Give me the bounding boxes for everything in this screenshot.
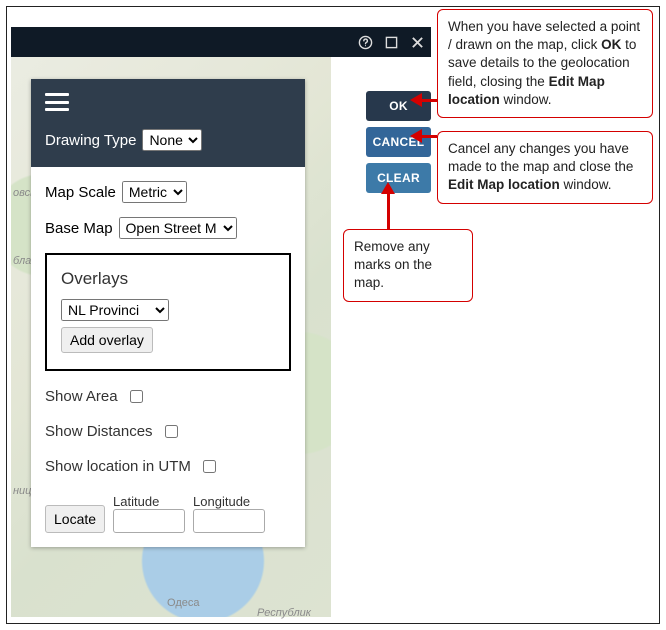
show-distances-checkbox[interactable] bbox=[165, 425, 178, 438]
latitude-label: Latitude bbox=[113, 494, 185, 509]
clear-button[interactable]: CLEAR bbox=[366, 163, 431, 193]
base-map-select[interactable]: Open Street M bbox=[119, 217, 237, 239]
locate-button[interactable]: Locate bbox=[45, 505, 105, 533]
panel-header: Drawing Type None bbox=[31, 79, 305, 167]
hamburger-menu-icon[interactable] bbox=[45, 93, 69, 111]
action-button-column: OK CANCEL CLEAR bbox=[331, 57, 431, 193]
longitude-input[interactable] bbox=[193, 509, 265, 533]
map-scale-select[interactable]: Metric bbox=[122, 181, 187, 203]
base-map-label: Base Map bbox=[45, 220, 113, 237]
arrow-to-ok bbox=[415, 99, 437, 102]
callout-clear: Remove any marks on the map. bbox=[343, 229, 473, 302]
overlays-group: Overlays NL Provinci Add overlay bbox=[45, 253, 291, 371]
latitude-input[interactable] bbox=[113, 509, 185, 533]
coordinate-row: Locate Latitude Longitude bbox=[45, 494, 291, 533]
arrow-to-clear bbox=[387, 187, 390, 229]
window-square-icon[interactable] bbox=[383, 34, 399, 50]
drawing-type-select[interactable]: None bbox=[142, 129, 202, 151]
show-distances-label: Show Distances bbox=[45, 423, 153, 440]
overlays-select[interactable]: NL Provinci bbox=[61, 299, 169, 321]
arrow-to-cancel bbox=[415, 135, 437, 138]
callout-ok: When you have selected a point / drawn o… bbox=[437, 9, 653, 118]
show-area-label: Show Area bbox=[45, 388, 118, 405]
window-titlebar bbox=[11, 27, 431, 57]
drawing-type-label: Drawing Type bbox=[45, 132, 136, 149]
show-utm-checkbox[interactable] bbox=[203, 460, 216, 473]
help-circle-icon[interactable] bbox=[357, 34, 373, 50]
close-x-icon[interactable] bbox=[409, 34, 425, 50]
map-settings-panel: Drawing Type None Map Scale Metric Base … bbox=[31, 79, 305, 547]
longitude-label: Longitude bbox=[193, 494, 265, 509]
callout-cancel: Cancel any changes you have made to the … bbox=[437, 131, 653, 204]
overlays-heading: Overlays bbox=[61, 269, 275, 289]
show-area-checkbox[interactable] bbox=[130, 390, 143, 403]
add-overlay-button[interactable]: Add overlay bbox=[61, 327, 153, 353]
show-utm-label: Show location in UTM bbox=[45, 458, 191, 475]
app-frame: овська бласть ницька Одеса Республик OK … bbox=[6, 6, 660, 624]
map-scale-label: Map Scale bbox=[45, 184, 116, 201]
